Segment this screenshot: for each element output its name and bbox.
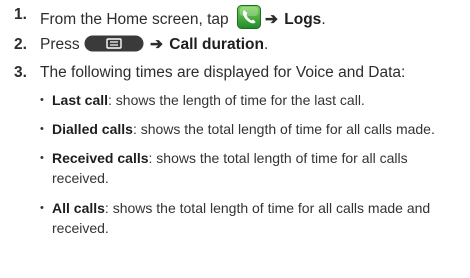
bullet-term: Received calls bbox=[52, 150, 149, 166]
logs-label: Logs bbox=[284, 11, 322, 28]
step-number: 2. bbox=[14, 36, 27, 53]
bullet-last-call: • Last call: shows the length of time fo… bbox=[40, 91, 465, 111]
bullet-desc: : shows the length of time for the last … bbox=[108, 92, 365, 108]
phone-app-icon bbox=[236, 5, 261, 29]
step-text-before: Press bbox=[40, 36, 84, 53]
bullet-dot: • bbox=[40, 94, 44, 106]
bullet-term: All calls bbox=[52, 200, 105, 216]
step-text-before: From the Home screen, tap bbox=[40, 11, 233, 28]
menu-key-icon bbox=[84, 35, 144, 52]
bullet-dot: • bbox=[40, 123, 44, 135]
step-number: 3. bbox=[14, 64, 27, 81]
bullet-term: Dialled calls bbox=[52, 121, 133, 137]
arrow-icon: ➔ bbox=[264, 11, 278, 28]
bullet-dot: • bbox=[40, 202, 44, 214]
bullet-all-calls: • All calls: shows the total length of t… bbox=[40, 199, 465, 238]
instruction-page: 1. From the Home screen, tap ➔ Logs. 2. bbox=[0, 0, 470, 278]
call-duration-label: Call duration bbox=[169, 36, 264, 53]
bullet-desc: : shows the total length of time for all… bbox=[132, 121, 435, 137]
step-number: 1. bbox=[14, 6, 27, 23]
bullet-desc: : shows the total length of time for all… bbox=[52, 200, 431, 236]
arrow-icon: ➔ bbox=[149, 36, 163, 53]
bullet-term: Last call bbox=[52, 92, 109, 108]
step-text: The following times are displayed for Vo… bbox=[40, 64, 406, 81]
bullet-dot: • bbox=[40, 152, 44, 164]
step-text: From the Home screen, tap ➔ Logs. bbox=[40, 5, 326, 30]
bullet-dialled-calls: • Dialled calls: shows the total length … bbox=[40, 120, 465, 140]
bullet-received-calls: • Received calls: shows the total length… bbox=[40, 149, 465, 188]
step-text: Press ➔ Call duration. bbox=[40, 35, 269, 53]
